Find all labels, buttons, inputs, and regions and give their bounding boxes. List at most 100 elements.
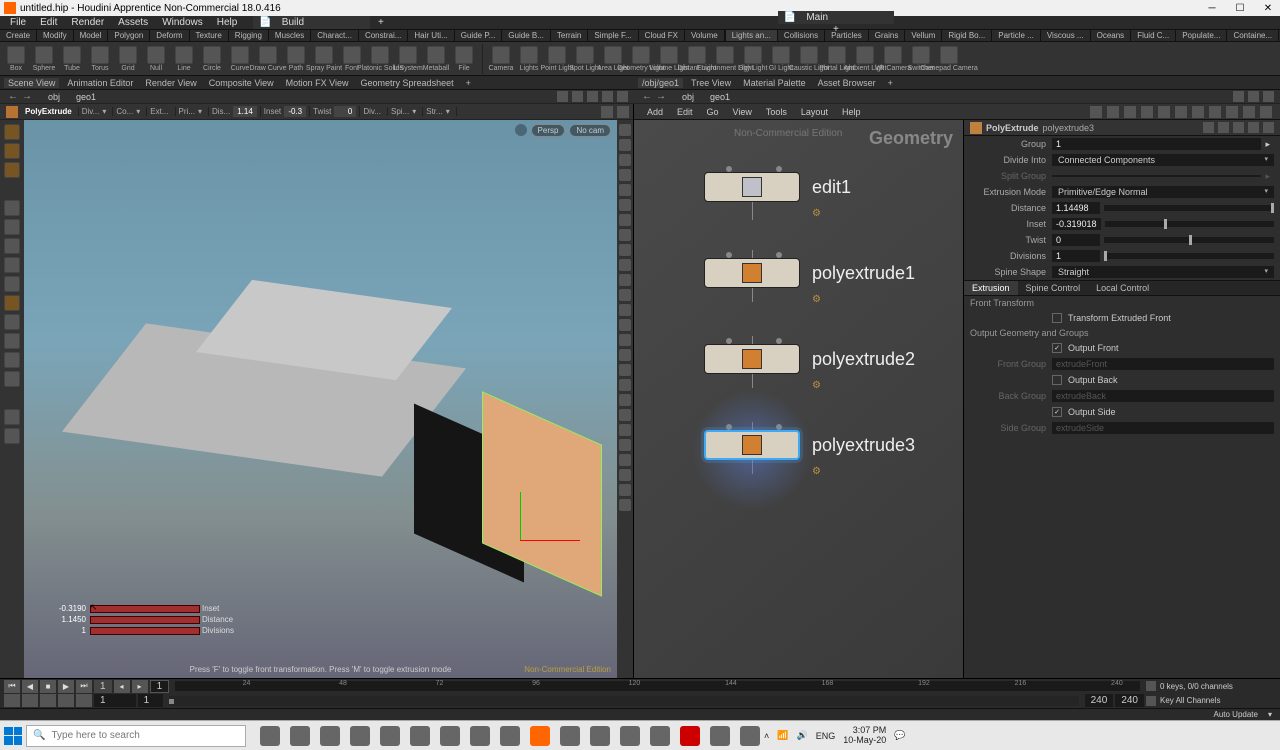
shelf-tool[interactable]: Line — [170, 46, 198, 72]
parm-tab-extrusion[interactable]: Extrusion — [964, 281, 1018, 295]
divisions-slider[interactable] — [1104, 253, 1274, 259]
app-icon[interactable] — [710, 726, 730, 746]
range-end2[interactable]: 240 — [1115, 694, 1144, 707]
shelf-tab[interactable]: Populate... — [1176, 30, 1227, 41]
explorer-icon[interactable] — [290, 726, 310, 746]
net-tab[interactable]: Material Palette — [739, 78, 810, 88]
app-icon[interactable] — [440, 726, 460, 746]
step-fwd-button[interactable]: ▸ — [132, 680, 148, 693]
pane-tab[interactable]: Scene View — [4, 78, 59, 88]
tfe-checkbox[interactable] — [1052, 313, 1062, 323]
shelf-tab[interactable]: Muscles — [269, 30, 311, 41]
app-icon[interactable] — [650, 726, 670, 746]
help-icon[interactable] — [1263, 122, 1274, 133]
store-icon[interactable] — [320, 726, 340, 746]
path-back-icon[interactable]: ← — [8, 91, 18, 102]
shelf-tool[interactable]: Box — [2, 46, 30, 72]
shelf-tool[interactable]: Lights — [515, 46, 543, 72]
shelf-tool[interactable]: Sky Light — [739, 46, 767, 72]
shelf-tool[interactable]: Circle — [198, 46, 226, 72]
shelf-tool[interactable]: Spot Light — [571, 46, 599, 72]
shelf-tool[interactable]: Draw Curve — [254, 46, 282, 72]
net-tab[interactable]: /obj/geo1 — [638, 78, 683, 88]
vscode-icon[interactable] — [470, 726, 490, 746]
scope-button[interactable] — [76, 694, 92, 707]
twist-field[interactable]: 0 — [1052, 234, 1100, 246]
translate-tool[interactable] — [4, 200, 20, 216]
net-menu-tools[interactable]: Tools — [759, 107, 794, 117]
region-tool[interactable] — [4, 314, 20, 330]
path-obj[interactable]: obj — [48, 92, 60, 102]
path-obj[interactable]: obj — [682, 92, 694, 102]
divisions-field[interactable]: 1 — [1052, 250, 1100, 262]
shelf-tab[interactable]: Lights an... — [726, 30, 778, 41]
path-fwd-icon[interactable]: → — [22, 91, 32, 102]
realtime-button[interactable] — [4, 694, 20, 707]
outback-checkbox[interactable] — [1052, 375, 1062, 385]
node-edit1[interactable]: edit1 — [704, 172, 851, 202]
menu-icon[interactable] — [617, 91, 628, 102]
shelf-tab[interactable]: Charact... — [311, 30, 359, 41]
pane-tab[interactable]: Geometry Spreadsheet — [357, 78, 458, 88]
gear-icon[interactable]: ⚙ — [812, 294, 821, 305]
shelf-tab[interactable]: Rigging — [229, 30, 269, 41]
range-start2[interactable]: 1 — [138, 694, 164, 707]
houdini-task-icon[interactable] — [530, 726, 550, 746]
pane-tab[interactable]: Composite View — [205, 78, 278, 88]
shelf-tab[interactable]: Polygon — [108, 30, 150, 41]
group-field[interactable]: 1 — [1052, 138, 1261, 150]
step-back-button[interactable]: ◂ — [114, 680, 130, 693]
shelf-tab[interactable]: Viscous ... — [1041, 30, 1091, 41]
divideinto-dropdown[interactable]: Connected Components▾ — [1052, 154, 1274, 166]
add-pane-tab[interactable]: + — [462, 78, 475, 88]
net-menu-go[interactable]: Go — [700, 107, 726, 117]
group-arrow-icon[interactable]: ▸ — [1261, 139, 1274, 150]
notifications-icon[interactable]: 💬 — [894, 730, 905, 741]
camera-nocam[interactable]: No cam — [569, 124, 611, 137]
viewport-hud-sliders[interactable]: -0.3190Inset 1.1450Distance 1Divisions ↖ — [54, 603, 234, 636]
range-end[interactable]: 240 — [1085, 694, 1114, 707]
system-clock[interactable]: 3:07 PM 10-May-20 — [843, 726, 886, 746]
menu-edit[interactable]: Edit — [34, 17, 63, 28]
expand-icon[interactable] — [1263, 91, 1274, 102]
first-frame-button[interactable]: ⏮ — [4, 680, 20, 693]
menu-file[interactable]: File — [4, 17, 32, 28]
shelf-tool[interactable]: Platonic Solids — [366, 46, 394, 72]
scope-track[interactable] — [169, 696, 1079, 706]
shelf-tab[interactable]: Containe... — [1227, 30, 1279, 41]
path-geo[interactable]: geo1 — [76, 92, 96, 102]
net-menu-view[interactable]: View — [726, 107, 759, 117]
shelf-tool[interactable]: Gamepad Camera — [935, 46, 963, 72]
prev-frame-button[interactable]: ◀ — [22, 680, 38, 693]
net-menu-edit[interactable]: Edit — [670, 107, 700, 117]
camera-persp[interactable]: Persp — [531, 124, 566, 137]
current-frame[interactable]: 1 — [94, 680, 112, 693]
pin-icon[interactable] — [1233, 91, 1244, 102]
node-polyextrude2[interactable]: polyextrude2 — [704, 344, 915, 374]
app-icon[interactable] — [500, 726, 520, 746]
volume-icon[interactable]: 🔊 — [796, 730, 807, 741]
app-icon[interactable] — [590, 726, 610, 746]
shelf-tool[interactable]: Environment Light — [711, 46, 739, 72]
frame-input[interactable]: 1 — [150, 680, 170, 693]
shelf-tab[interactable]: Terrain — [551, 30, 588, 41]
chrome-icon[interactable] — [410, 726, 430, 746]
net-menu-help[interactable]: Help — [835, 107, 868, 117]
shelf-tool[interactable]: Metaball — [422, 46, 450, 72]
pane-tab[interactable]: Render View — [141, 78, 200, 88]
app-icon[interactable] — [620, 726, 640, 746]
add-net-tab[interactable]: + — [884, 78, 897, 88]
display-icon[interactable] — [601, 106, 613, 118]
parm-tab-spine[interactable]: Spine Control — [1018, 281, 1089, 295]
shelf-tab[interactable]: Rigid Bo... — [942, 30, 992, 41]
chan-icon[interactable] — [1146, 696, 1156, 706]
shelf-tool[interactable]: VR Camera — [879, 46, 907, 72]
path-back-icon[interactable]: ← — [642, 91, 652, 102]
shelf-tab[interactable]: Modify — [37, 30, 74, 41]
link-icon[interactable] — [1233, 122, 1244, 133]
node-polyextrude3[interactable]: polyextrude3 — [704, 430, 915, 460]
inset-field[interactable]: -0.319018 — [1052, 218, 1101, 230]
windows-search[interactable]: 🔍 Type here to search — [26, 725, 246, 747]
shelf-tool[interactable]: L-System — [394, 46, 422, 72]
distance-slider[interactable] — [1104, 205, 1274, 211]
